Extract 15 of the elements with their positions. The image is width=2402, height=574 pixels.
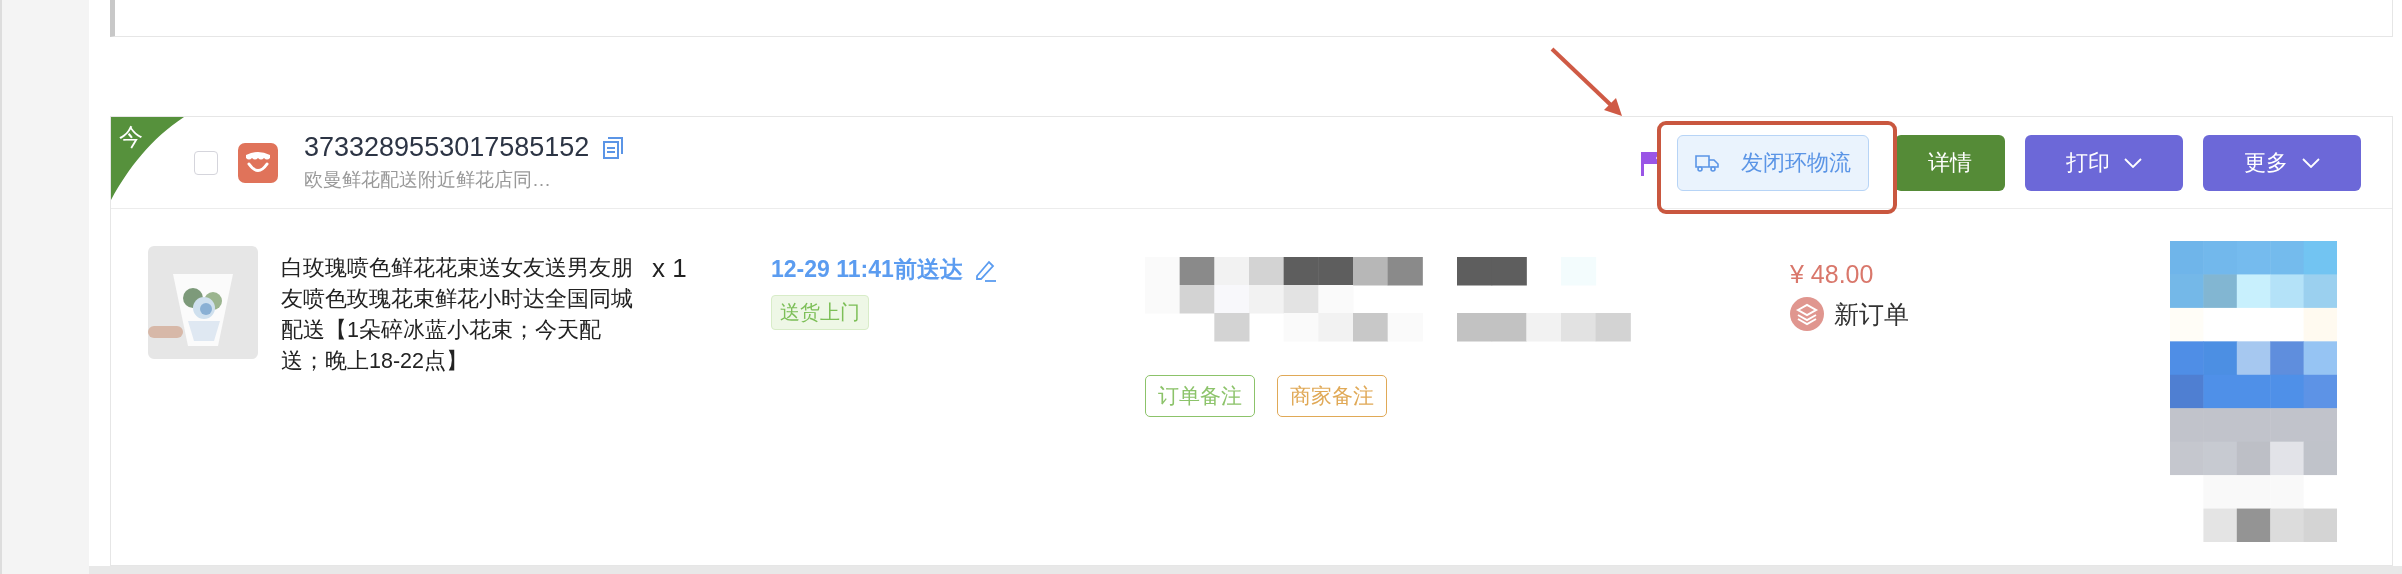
copy-icon[interactable] <box>601 135 626 160</box>
note-tag[interactable]: 商家备注 <box>1277 375 1387 417</box>
note-tag[interactable]: 订单备注 <box>1145 375 1255 417</box>
shop-icon <box>238 142 278 183</box>
layers-icon <box>1790 297 1824 331</box>
checkbox[interactable] <box>194 150 218 175</box>
shop-name: 欧曼鲜花配送附近鲜花店同… <box>304 168 552 192</box>
order-status: 新订单 <box>1834 298 1909 330</box>
order-number: 3733289553017585152 <box>304 132 590 163</box>
delivery-time: 12-29 11:41前送达 <box>771 255 963 284</box>
product-title: 白玫瑰喷色鲜花花束送女友送男友朋友喷色玫瑰花束鲜花小时达全国同城配送【1朵碎冰蓝小花束；今天配送；晚上18-22点】 <box>281 255 634 375</box>
today-badge-text: 今 <box>119 122 143 152</box>
delivery-tag: 送货上门 <box>771 295 869 330</box>
quantity: x 1 <box>652 253 688 284</box>
price: ¥ 48.00 <box>1790 260 1875 289</box>
